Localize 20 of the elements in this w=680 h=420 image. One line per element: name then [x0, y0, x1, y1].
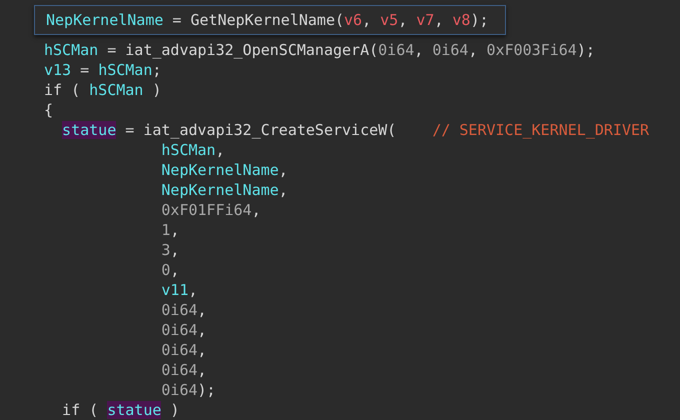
- code-line: NepKernelName,: [161, 160, 288, 180]
- code-line: 0i64,: [161, 360, 207, 380]
- code-line: 0i64);: [161, 380, 216, 400]
- code-line: if ( statue ): [62, 400, 180, 420]
- code-line: 0xF01FFi64,: [161, 200, 261, 220]
- code-line: hSCMan,: [161, 140, 225, 160]
- code-line: {: [44, 100, 54, 120]
- code-line: hSCMan = iat_advapi32_OpenSCManagerA(0i64, 0i64, 0xF003Fi64);: [44, 40, 595, 60]
- code-line: 1,: [161, 220, 180, 240]
- code-line: NepKernelName,: [161, 180, 288, 200]
- code-line: 3,: [161, 240, 180, 260]
- code-line: v13 = hSCMan;: [44, 60, 162, 80]
- code-line: 0i64,: [161, 340, 207, 360]
- code-line: 0i64,: [161, 300, 207, 320]
- code-line: if ( hSCMan ): [44, 80, 162, 100]
- code-line: v11,: [161, 280, 198, 300]
- code-line: NepKernelName = GetNepKernelName(v6, v5, v7, v8);: [46, 10, 489, 30]
- code-line: 0,: [161, 260, 180, 280]
- code-line: 0i64,: [161, 320, 207, 340]
- code-line: statue = iat_advapi32_CreateServiceW( // SERVICE_KERNEL_DRIVER: [62, 120, 650, 140]
